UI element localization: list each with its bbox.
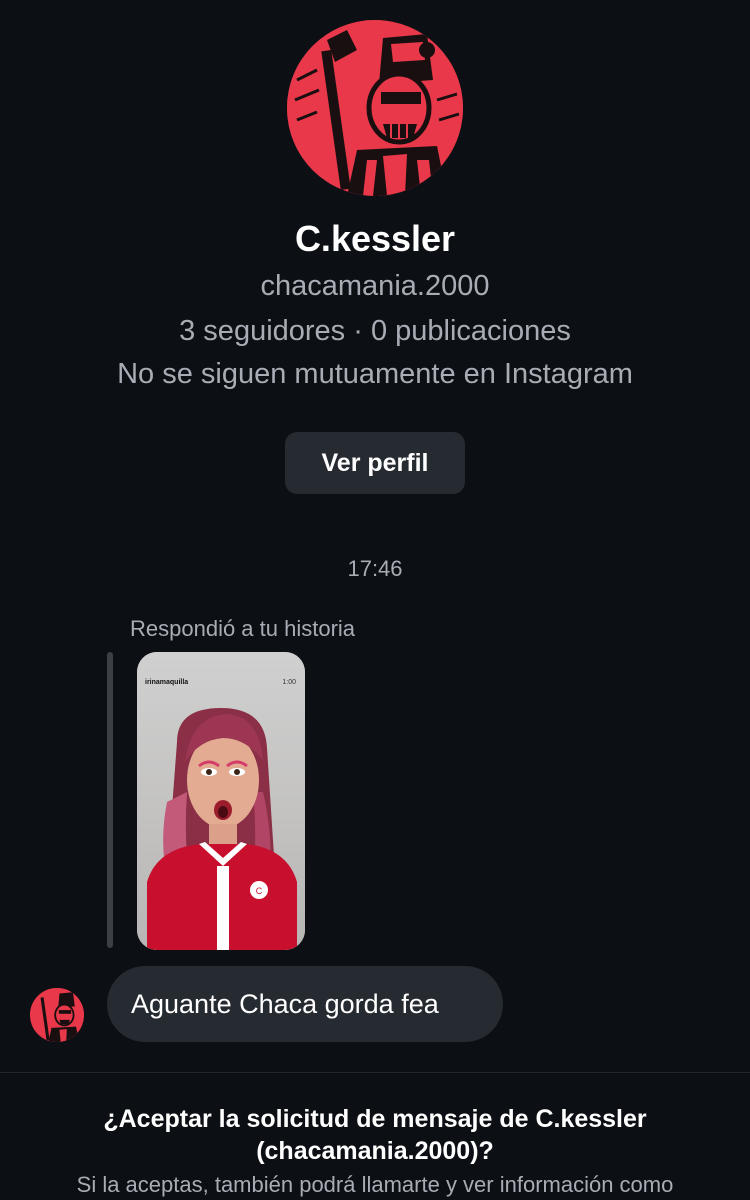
svg-text:C: C xyxy=(256,886,263,896)
story-preview[interactable]: C irinamaquilla 1:00 xyxy=(137,652,305,950)
message-timestamp: 17:46 xyxy=(347,556,403,581)
request-description: Si la aceptas, también podrá llamarte y … xyxy=(76,1172,674,1197)
profile-name: C.kessler xyxy=(294,218,456,259)
story-duration: 1:00 xyxy=(282,679,296,686)
skull-artwork-icon xyxy=(30,988,84,1042)
skull-artwork-icon xyxy=(287,20,463,196)
profile-avatar[interactable] xyxy=(287,20,463,196)
reply-indicator-bar xyxy=(107,652,113,948)
dm-request-screen: C.kessler chacamania.2000 3 seguidores ·… xyxy=(0,0,750,1200)
view-profile-button[interactable]: Ver perfil xyxy=(285,432,465,494)
story-reply-label: Respondió a tu historia xyxy=(130,616,356,641)
mutual-follow-status: No se siguen mutuamente en Instagram xyxy=(117,358,633,390)
story-image: C xyxy=(137,652,305,950)
profile-username: chacamania.2000 xyxy=(260,270,490,302)
request-title: ¿Aceptar la solicitud de mensaje de C.ke… xyxy=(40,1103,710,1167)
message-text: Aguante Chaca gorda fea xyxy=(131,988,439,1019)
story-username: irinamaquilla xyxy=(145,679,189,686)
request-title-line-2: (chacamania.2000)? xyxy=(256,1137,494,1165)
request-title-line-1: ¿Aceptar la solicitud de mensaje de C.ke… xyxy=(103,1105,647,1133)
divider xyxy=(0,1072,750,1073)
sender-avatar[interactable] xyxy=(30,988,84,1042)
profile-stats: 3 seguidores · 0 publicaciones xyxy=(179,315,571,347)
message-bubble[interactable]: Aguante Chaca gorda fea xyxy=(107,966,503,1042)
